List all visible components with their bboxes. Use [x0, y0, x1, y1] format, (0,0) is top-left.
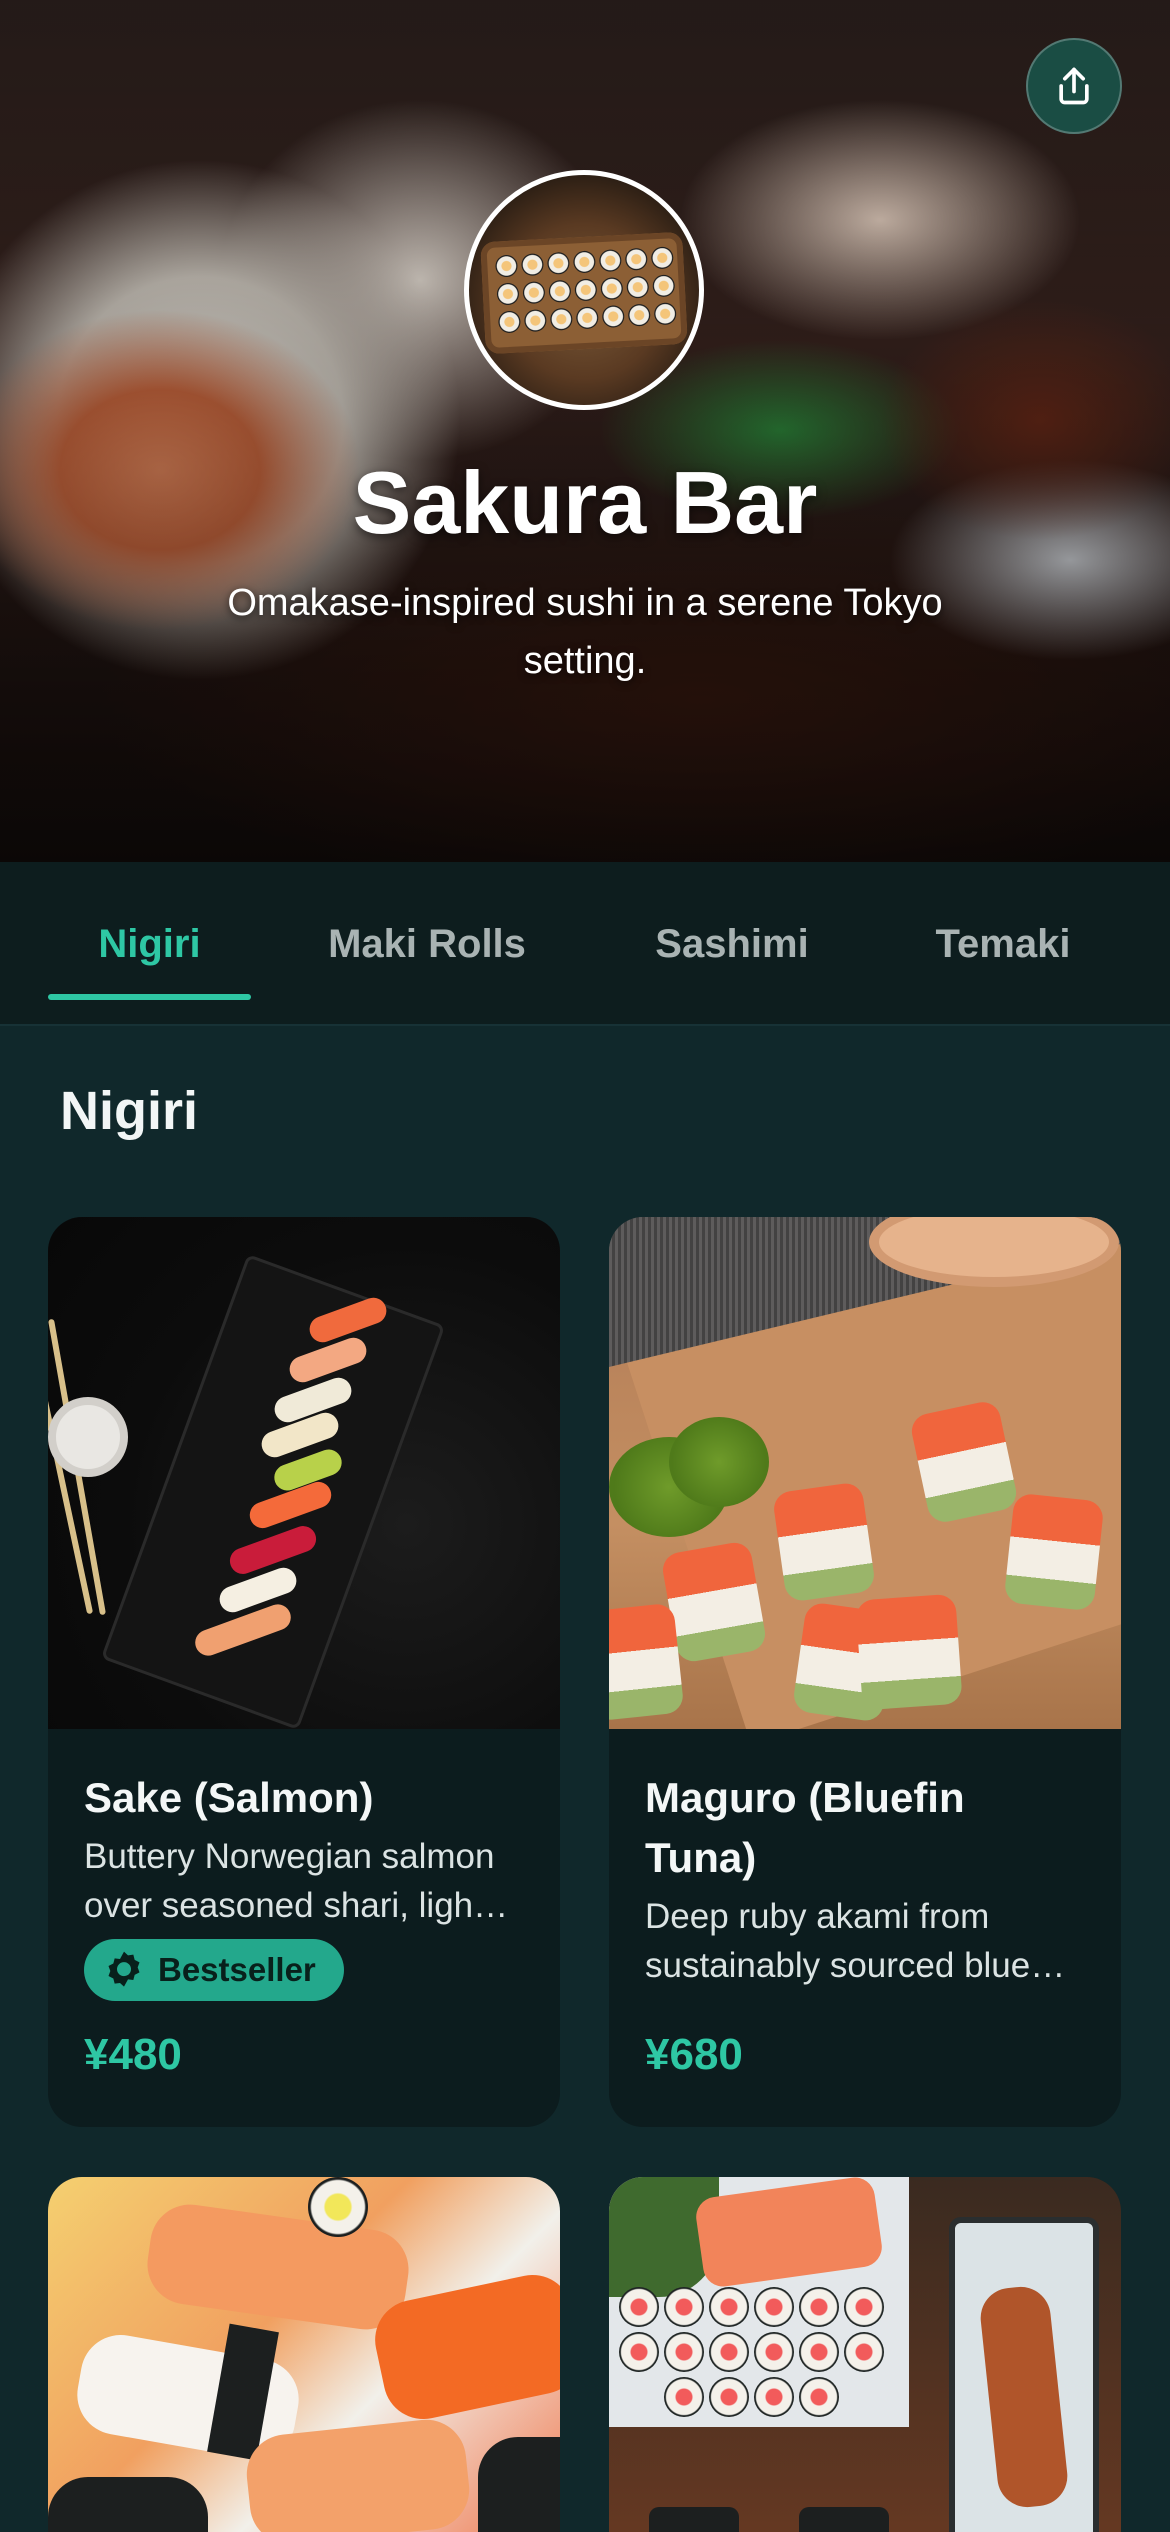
menu-item-name: Sake (Salmon) — [84, 1774, 374, 1821]
menu-item-description: Buttery Norwegian salmon over seasoned s… — [84, 1837, 509, 1925]
badge-label: Bestseller — [158, 1951, 316, 1988]
section-title: Nigiri — [60, 1081, 199, 1141]
menu-item-image — [609, 1217, 1121, 1729]
category-tabs: Nigiri Maki Rolls Sashimi Temaki — [0, 862, 1170, 1026]
award-icon — [104, 1950, 144, 1990]
active-tab-indicator — [48, 994, 251, 1000]
menu-item-card[interactable] — [609, 1217, 1121, 2127]
tab-sashimi[interactable]: Sashimi — [620, 862, 844, 1026]
share-icon — [1059, 67, 1089, 105]
restaurant-tagline: Omakase-inspired sushi in a serene Tokyo… — [227, 582, 943, 682]
menu-item-image — [48, 2177, 560, 2532]
menu-item-card[interactable] — [48, 2177, 560, 2532]
bestseller-badge: Bestseller — [84, 1939, 344, 2001]
tab-temaki[interactable]: Temaki — [900, 862, 1106, 1026]
hero-banner: Sakura Bar Omakase-inspired sushi in a s… — [0, 0, 1170, 862]
menu-item-name: Maguro (Bluefin Tuna) — [645, 1774, 965, 1881]
tab-nigiri[interactable]: Nigiri — [48, 862, 251, 1026]
tab-maki-rolls[interactable]: Maki Rolls — [300, 862, 554, 1026]
share-button[interactable] — [1026, 38, 1122, 134]
menu-item-price: ¥480 — [84, 2030, 182, 2079]
menu-item-image — [48, 1217, 560, 1729]
menu-item-image — [609, 2177, 1121, 2532]
restaurant-logo — [464, 170, 704, 410]
menu-item-price: ¥680 — [645, 2030, 743, 2079]
restaurant-name: Sakura Bar — [352, 453, 818, 552]
menu-item-card[interactable] — [609, 2177, 1121, 2532]
menu-item-description: Deep ruby akami from sustainably sourced… — [645, 1897, 1066, 1985]
